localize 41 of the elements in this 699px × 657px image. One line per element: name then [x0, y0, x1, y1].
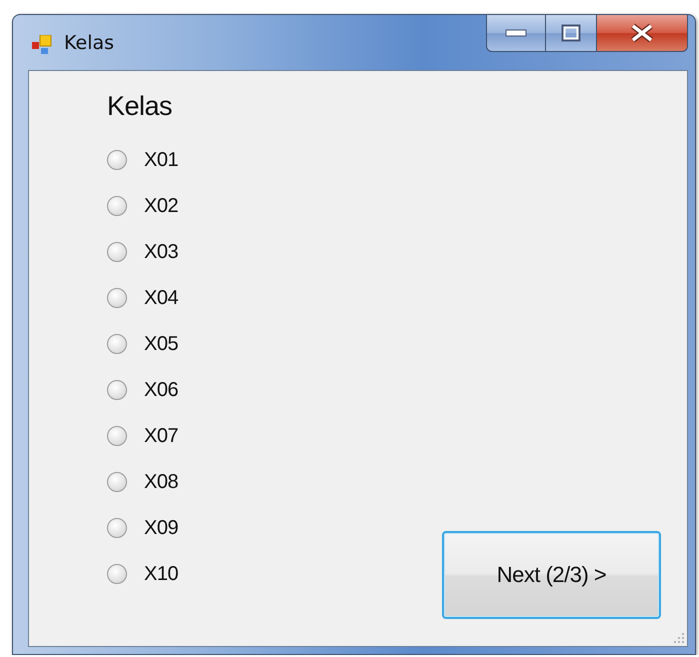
radio-button[interactable] [107, 564, 127, 584]
option-label: X01 [144, 148, 178, 172]
radio-option[interactable]: X06 [107, 378, 178, 402]
radio-button[interactable] [107, 288, 127, 308]
radio-button[interactable] [107, 242, 127, 262]
maximize-icon [561, 24, 581, 42]
radio-option[interactable]: X10 [107, 562, 178, 586]
option-label: X07 [144, 424, 178, 448]
radio-button[interactable] [107, 150, 127, 170]
option-label: X10 [144, 562, 178, 586]
resize-grip-icon[interactable] [673, 632, 685, 644]
window-title: Kelas [64, 32, 114, 54]
radio-option[interactable]: X04 [107, 286, 178, 310]
radio-button[interactable] [107, 196, 127, 216]
radio-option[interactable]: X03 [107, 240, 178, 264]
next-button[interactable]: Next (2/3) > [442, 531, 661, 619]
option-label: X03 [144, 240, 178, 264]
minimize-icon [505, 29, 527, 37]
radio-option[interactable]: X02 [107, 194, 178, 218]
radio-option[interactable]: X05 [107, 332, 178, 356]
option-label: X06 [144, 378, 178, 402]
radio-button[interactable] [107, 380, 127, 400]
section-heading: Kelas [107, 91, 174, 122]
radio-button[interactable] [107, 334, 127, 354]
option-label: X04 [144, 286, 178, 310]
radio-option[interactable]: X08 [107, 470, 178, 494]
radio-option[interactable]: X07 [107, 424, 178, 448]
radio-option[interactable]: X01 [107, 148, 178, 172]
close-icon [629, 23, 655, 43]
radio-button[interactable] [107, 472, 127, 492]
app-icon [32, 35, 54, 55]
option-label: X08 [144, 470, 178, 494]
option-label: X05 [144, 332, 178, 356]
minimize-button[interactable] [486, 15, 546, 52]
option-label: X09 [144, 516, 178, 540]
close-button[interactable] [597, 15, 688, 52]
radio-button[interactable] [107, 518, 127, 538]
option-label: X02 [144, 194, 178, 218]
maximize-button[interactable] [546, 15, 597, 52]
radio-option[interactable]: X09 [107, 516, 178, 540]
radio-button[interactable] [107, 426, 127, 446]
